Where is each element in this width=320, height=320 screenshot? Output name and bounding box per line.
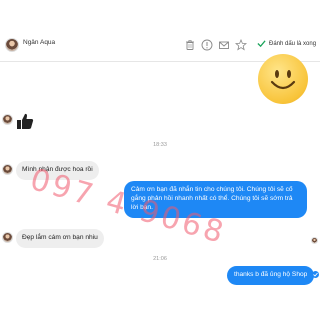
contact-avatar[interactable] — [5, 38, 19, 52]
outgoing-message: thanks b đã ủng hộ Shop — [227, 266, 315, 285]
seen-avatar — [311, 237, 318, 244]
contact-avatar-small — [2, 164, 13, 175]
check-icon — [257, 40, 266, 48]
star-icon[interactable] — [235, 39, 247, 51]
trash-icon[interactable] — [184, 39, 196, 51]
contact-name[interactable]: Ngân Aqua — [23, 39, 55, 46]
mark-done-button[interactable]: Đánh dấu là xong — [257, 39, 316, 48]
thumbs-up-icon — [15, 112, 35, 132]
timestamp: 18:33 — [153, 142, 167, 148]
outgoing-message: Cảm ơn bạn đã nhắn tin cho chúng tôi. Ch… — [124, 181, 307, 218]
alert-icon[interactable] — [201, 39, 213, 51]
check-icon — [313, 272, 318, 277]
contact-avatar-small — [2, 232, 13, 243]
smiley-sticker — [258, 54, 308, 104]
mark-done-label: Đánh dấu là xong — [269, 40, 317, 47]
timestamp: 21:06 — [153, 256, 167, 262]
contact-avatar-small — [2, 114, 13, 125]
smiley-face-icon — [270, 70, 296, 90]
read-receipt — [312, 271, 319, 278]
incoming-message: Đẹp lắm cám ơn bạn nhiu — [16, 229, 104, 248]
mail-icon[interactable] — [218, 39, 230, 51]
incoming-message: Mình nhận được hoa rồi — [16, 161, 99, 180]
